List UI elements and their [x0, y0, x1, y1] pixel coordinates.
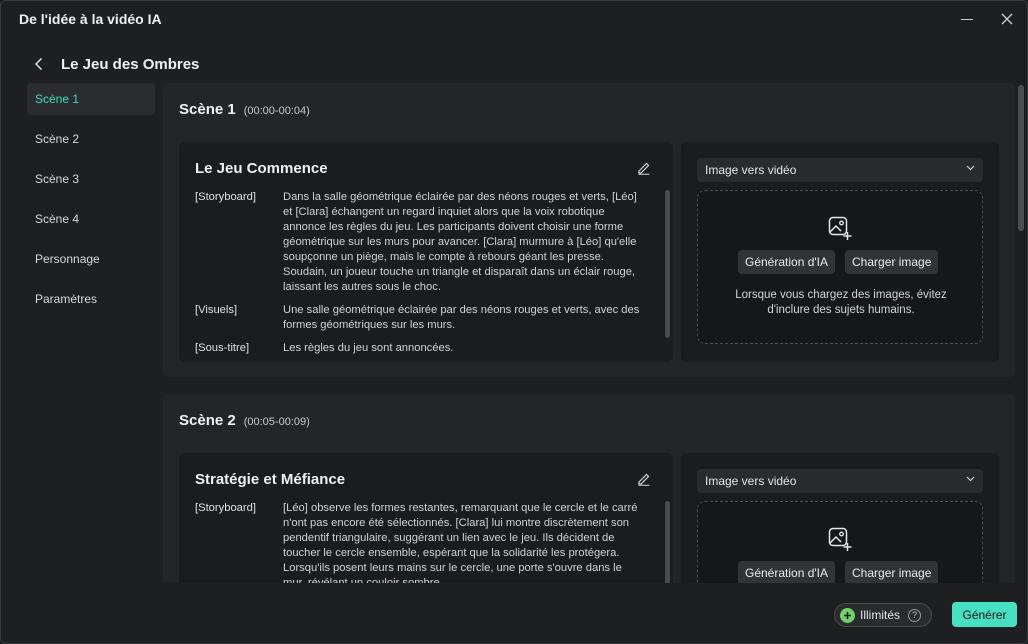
- row-label: [Visuels]: [195, 304, 238, 316]
- storyboard-card: Stratégie et Méfiance [Storyboard] [Léo]…: [179, 453, 673, 583]
- help-icon[interactable]: ?: [908, 608, 922, 622]
- sidebar-item-label: Paramètres: [35, 292, 98, 306]
- media-card: Image vers vidéo Génération d'IA Charger…: [681, 142, 999, 362]
- storyboard-row: [Sous-titre] Les règles du jeu sont anno…: [195, 341, 643, 356]
- sidebar-item-scene-1[interactable]: Scène 1: [27, 83, 155, 115]
- storyboard-rows: [Storyboard] [Léo] observe les formes re…: [195, 501, 643, 583]
- sidebar-item-label: Scène 2: [35, 132, 80, 146]
- chevron-left-icon: [34, 57, 43, 71]
- scene-sidebar: Scène 1 Scène 2 Scène 3 Scène 4 Personna…: [27, 83, 155, 323]
- edit-button[interactable]: [637, 161, 653, 177]
- sidebar-item-label: Scène 4: [35, 212, 80, 226]
- pencil-icon: [638, 162, 650, 175]
- sidebar-item-character[interactable]: Personnage: [27, 243, 155, 275]
- storyboard-title: Stratégie et Méfiance: [195, 471, 346, 488]
- sidebar-item-scene-3[interactable]: Scène 3: [27, 163, 155, 195]
- row-text: Dans la salle géométrique éclairée par d…: [283, 191, 637, 293]
- media-card: Image vers vidéo Génération d'IA Charger…: [681, 453, 999, 583]
- sidebar-item-scene-4[interactable]: Scène 4: [27, 203, 155, 235]
- scene-header: Scène 1 (00:00-00:04): [179, 101, 310, 118]
- generate-button[interactable]: Générer: [952, 602, 1017, 627]
- storyboard-scrollbar[interactable]: [665, 190, 670, 338]
- close-button[interactable]: [996, 9, 1018, 29]
- back-button[interactable]: [29, 53, 49, 75]
- storyboard-row: [Storyboard] Dans la salle géométrique é…: [195, 190, 643, 295]
- storyboard-rows: [Storyboard] Dans la salle géométrique é…: [195, 190, 643, 362]
- sidebar-item-label: Personnage: [35, 252, 100, 266]
- sidebar-item-label: Scène 3: [35, 172, 80, 186]
- row-text: [Léo] observe les formes restantes, rema…: [283, 502, 638, 583]
- image-upload-zone[interactable]: Génération d'IA Charger image Lorsque vo…: [697, 190, 983, 344]
- minimize-button[interactable]: [956, 9, 978, 29]
- scene-time-range: (00:00-00:04): [243, 105, 310, 117]
- row-label: [Storyboard]: [195, 191, 256, 203]
- upload-actions: Génération d'IA Charger image: [738, 250, 939, 274]
- minimize-icon: [961, 18, 973, 20]
- scene-header: Scène 2 (00:05-00:09): [179, 412, 310, 429]
- chevron-down-icon: [966, 476, 975, 482]
- row-label: [Sous-titre]: [195, 342, 250, 354]
- row-text: Les règles du jeu sont annoncées.: [283, 342, 454, 354]
- edit-button[interactable]: [637, 472, 653, 488]
- footer-bar: Illimités ? Générer: [1, 597, 1027, 637]
- scene-panel: Scène 2 (00:05-00:09) Stratégie et Méfia…: [163, 394, 1015, 583]
- upload-actions: Génération d'IA Charger image: [738, 561, 939, 583]
- scene-title: Scène 1: [179, 101, 236, 118]
- mode-dropdown[interactable]: Image vers vidéo: [697, 158, 983, 182]
- mode-dropdown-value: Image vers vidéo: [705, 474, 797, 488]
- row-text: Une salle géométrique éclairée par des n…: [283, 304, 640, 331]
- storyboard-card: Le Jeu Commence [Storyboard] Dans la sal…: [179, 142, 673, 362]
- page-header: Le Jeu des Ombres: [1, 49, 1027, 79]
- app-window: De l'idée à la vidéo IA Le Jeu des Ombre…: [0, 0, 1028, 644]
- upload-image-button[interactable]: Charger image: [845, 561, 939, 583]
- scene-title: Scène 2: [179, 412, 236, 429]
- scene-time-range: (00:05-00:09): [243, 416, 310, 428]
- ai-generate-button[interactable]: Génération d'IA: [738, 561, 836, 583]
- mode-dropdown-value: Image vers vidéo: [705, 163, 797, 177]
- ai-generate-button[interactable]: Génération d'IA: [738, 250, 836, 274]
- scene-panel: Scène 1 (00:00-00:04) Le Jeu Commence [S…: [163, 83, 1015, 377]
- main-scrollbar[interactable]: [1018, 85, 1024, 231]
- scene-list[interactable]: Scène 1 (00:00-00:04) Le Jeu Commence [S…: [163, 83, 1015, 583]
- plus-icon: [840, 607, 855, 623]
- storyboard-row: [Storyboard] [Léo] observe les formes re…: [195, 501, 643, 583]
- image-add-icon: [828, 216, 852, 240]
- image-add-icon: [828, 527, 852, 551]
- title-bar: De l'idée à la vidéo IA: [1, 1, 1027, 37]
- chevron-down-icon: [966, 165, 975, 171]
- upload-hint: Lorsque vous chargez des images, évitez …: [735, 289, 947, 316]
- sidebar-item-label: Scène 1: [35, 92, 80, 106]
- storyboard-scrollbar[interactable]: [665, 501, 670, 583]
- plan-badge[interactable]: Illimités ?: [834, 603, 932, 627]
- sidebar-item-settings[interactable]: Paramètres: [27, 283, 155, 315]
- plan-label: Illimités: [860, 608, 901, 622]
- storyboard-row: [Visuels] Une salle géométrique éclairée…: [195, 303, 643, 333]
- pencil-icon: [638, 473, 650, 486]
- upload-image-button[interactable]: Charger image: [845, 250, 939, 274]
- storyboard-title: Le Jeu Commence: [195, 160, 328, 177]
- sidebar-item-scene-2[interactable]: Scène 2: [27, 123, 155, 155]
- page-title: Le Jeu des Ombres: [61, 56, 200, 73]
- mode-dropdown[interactable]: Image vers vidéo: [697, 469, 983, 493]
- close-icon: [1001, 13, 1013, 25]
- row-label: [Storyboard]: [195, 502, 256, 514]
- app-title: De l'idée à la vidéo IA: [19, 11, 162, 27]
- image-upload-zone[interactable]: Génération d'IA Charger image: [697, 501, 983, 583]
